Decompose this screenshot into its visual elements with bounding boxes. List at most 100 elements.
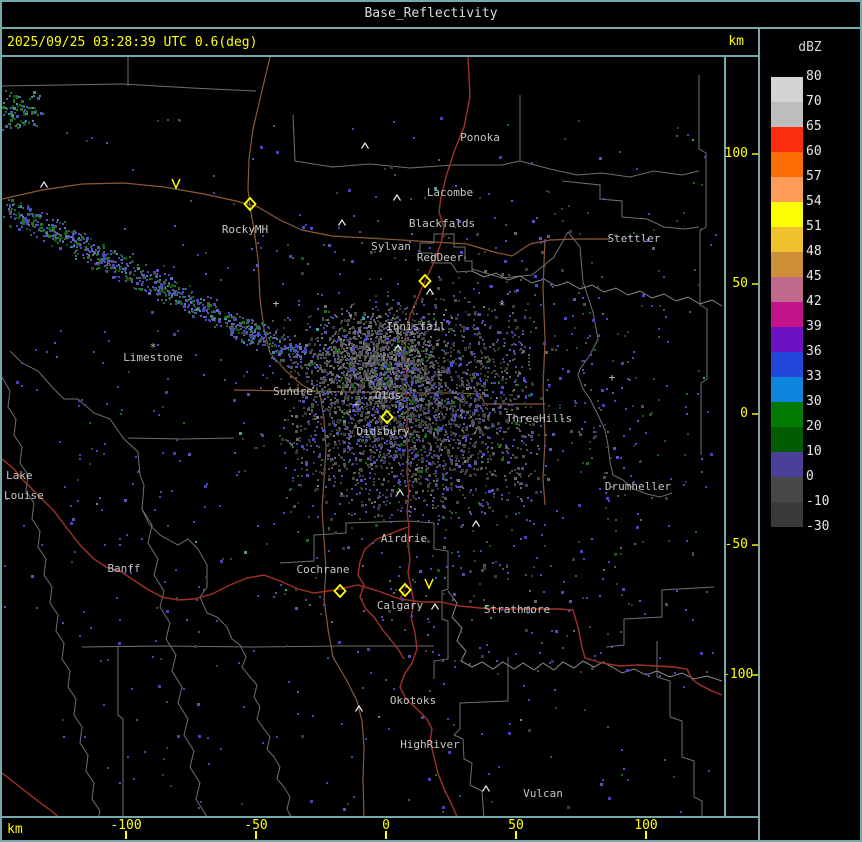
divider-title [0, 27, 862, 29]
city-label-lake: Lake [6, 469, 33, 482]
colorbar-swatch [771, 352, 803, 377]
colorbar-level-label: 30 [806, 394, 822, 409]
city-label-reddeer: RedDeer [417, 251, 464, 264]
colorbar-swatch [771, 152, 803, 177]
county-boundary-line [698, 75, 708, 455]
colorbar-level-label: 65 [806, 119, 822, 134]
radar-map-canvas[interactable]: Ponoka Lacombe Blackfalds Sylvan RedDeer Rock… [2, 57, 724, 816]
county-boundary-line [141, 508, 207, 816]
county-boundary-line [2, 376, 101, 816]
v-marker-icon [171, 178, 181, 190]
county-boundary-line [453, 657, 509, 816]
border-left [0, 0, 2, 842]
colorbar-unit-label: dBZ [798, 40, 822, 55]
v-marker-icon [424, 578, 434, 590]
city-label-didsbury: Didsbury [357, 425, 410, 438]
colorbar-swatch [771, 77, 803, 102]
radar-map-svg: Ponoka Lacombe Blackfalds Sylvan RedDeer Rock… [2, 57, 723, 816]
bottom-axis-tick [255, 831, 257, 839]
caret-marker-icon [425, 287, 435, 295]
colorbar-level-label: 51 [806, 219, 822, 234]
colorbar-swatch [771, 302, 803, 327]
colorbar-level-label: -30 [806, 519, 830, 534]
city-label-sundre: Sundre [273, 385, 313, 398]
city-label-cochrane: Cochrane [297, 563, 350, 576]
divider-header [0, 55, 760, 57]
colorbar-swatch [771, 327, 803, 352]
colorbar-level-label: 10 [806, 444, 822, 459]
highway-line [2, 458, 723, 696]
colorbar-level-label: -10 [806, 494, 830, 509]
city-label-okotoks: Okotoks [390, 694, 436, 707]
city-label-olds: Olds [375, 389, 402, 402]
caret-marker-icon [360, 141, 370, 149]
colorbar-swatch [771, 452, 803, 477]
radar-site-diamond-icon [333, 583, 347, 599]
city-label-strathmore: Strathmore [484, 603, 550, 616]
county-boundary-line [519, 160, 700, 178]
divider-colorbar [758, 28, 760, 842]
colorbar-level-label: 48 [806, 244, 822, 259]
colorbar-swatch [771, 402, 803, 427]
city-label-innisfail: Innisfail [386, 320, 446, 333]
colorbar-swatch [771, 177, 803, 202]
bottom-axis-tick [385, 831, 387, 839]
secondary-road-line [247, 57, 365, 816]
plus-marker-icon: + [609, 371, 616, 384]
colorbar-level-label: 42 [806, 294, 822, 309]
star-marker-icon: * [499, 299, 506, 312]
divider-map-bottom [0, 816, 760, 818]
city-label-rockymh: RockyMH [222, 223, 268, 236]
city-label-vulcan: Vulcan [523, 787, 563, 800]
county-boundary-line [561, 180, 700, 230]
caret-marker-icon [430, 602, 440, 610]
city-label-highriver: HighRiver [400, 738, 460, 751]
city-label-threehills: ThreeHills [506, 412, 572, 425]
colorbar-level-label: 57 [806, 169, 822, 184]
colorbar-level-label: 20 [806, 419, 822, 434]
right-axis-unit-label: km [728, 34, 744, 49]
colorbar-swatch [771, 427, 803, 452]
city-label-airdrie: Airdrie [381, 532, 427, 545]
colorbar-level-label: 0 [806, 469, 814, 484]
caret-marker-icon [39, 180, 49, 188]
bottom-axis-tick [125, 831, 127, 839]
bottom-axis-tick [515, 831, 517, 839]
colorbar-level-label: 45 [806, 269, 822, 284]
colorbar-level-label: 70 [806, 94, 822, 109]
plus-marker-icon: + [353, 398, 360, 411]
city-label-calgary: Calgary [377, 599, 424, 612]
secondary-road-line [466, 238, 610, 257]
star-marker-icon: * [150, 341, 157, 354]
page-title: Base_Reflectivity [364, 6, 498, 21]
county-boundary-line [81, 645, 434, 648]
colorbar-level-label: 36 [806, 344, 822, 359]
caret-marker-icon [337, 218, 347, 226]
city-label-drumheller: Drumheller [605, 480, 672, 493]
radar-echo-field [2, 90, 45, 131]
timestamp-label: 2025/09/25 03:28:39 UTC 0.6(deg) [7, 34, 258, 50]
city-label-louise: Louise [4, 489, 44, 502]
colorbar-level-label: 39 [806, 319, 822, 334]
colorbar-swatch [771, 477, 803, 502]
colorbar-swatch [771, 377, 803, 402]
city-label-stettler: Stettler [608, 232, 661, 245]
colorbar-swatch [771, 102, 803, 127]
colorbar-level-label: 80 [806, 69, 822, 84]
caret-marker-icon [392, 193, 402, 201]
divider-map-right [724, 56, 726, 818]
header-bar: 2025/09/25 03:28:39 UTC 0.6(deg) km [0, 29, 756, 55]
colorbar-swatch [771, 277, 803, 302]
county-boundary-line [2, 83, 257, 92]
city-label-lacombe: Lacombe [427, 186, 473, 199]
caret-marker-icon [471, 519, 481, 527]
colorbar-swatch [771, 127, 803, 152]
colorbar-swatch [771, 227, 803, 252]
border-top [0, 0, 862, 2]
county-boundary-line [117, 647, 124, 816]
bottom-axis-unit-label: km [7, 822, 23, 837]
colorbar-swatch [771, 202, 803, 227]
river-line [471, 270, 723, 307]
colorbar-swatch [771, 252, 803, 277]
radar-app-window: Base_Reflectivity 2025/09/25 03:28:39 UT… [0, 0, 862, 842]
